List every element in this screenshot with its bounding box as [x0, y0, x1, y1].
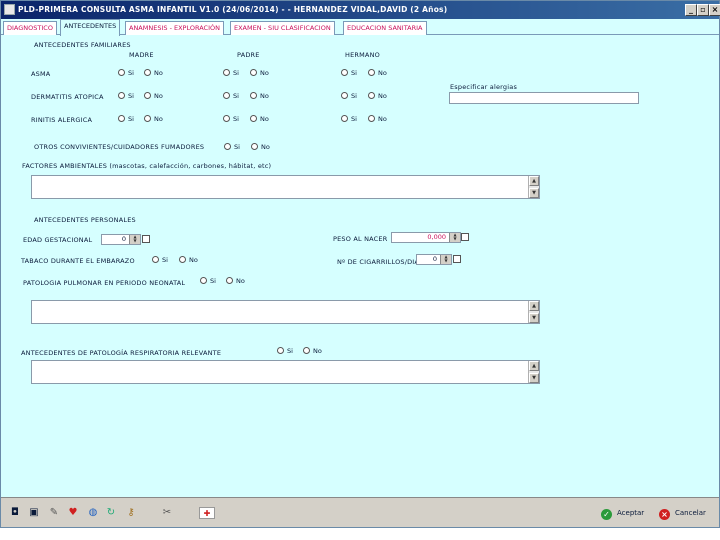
- refresh-icon[interactable]: ↻: [105, 507, 117, 519]
- neonatal-scrollbar[interactable]: ▲ ▼: [528, 301, 539, 323]
- asma-madre-si[interactable]: Si: [118, 69, 134, 77]
- tab-bar: DIAGNOSTICO ANTECEDENTES ANAMNESIS - EXP…: [1, 19, 719, 36]
- triggers-scrollbar[interactable]: ▲ ▼: [528, 176, 539, 198]
- tools-icon[interactable]: ✂: [161, 507, 173, 519]
- cancel-icon: ×: [659, 509, 670, 520]
- family-heading: ANTECEDENTES FAMILIARES: [34, 41, 131, 49]
- tab-anamnesis[interactable]: ANAMNESIS - EXPLORACIÓN: [125, 21, 224, 35]
- respiratory-no[interactable]: No: [303, 347, 322, 355]
- asma-padre-no[interactable]: No: [250, 69, 269, 77]
- scroll-up-icon[interactable]: ▲: [529, 176, 539, 186]
- birth-weight-label: PESO AL NACER: [333, 235, 388, 243]
- rinitis-padre-si[interactable]: Si: [223, 115, 239, 123]
- minimize-button[interactable]: _: [685, 4, 697, 16]
- specify-allergies-label: Especificar alergias: [450, 83, 518, 91]
- pencil-icon[interactable]: ✎: [48, 507, 60, 519]
- pregnancy-tobacco-label: TABACO DURANTE EL EMBARAZO: [21, 257, 135, 265]
- scroll-down-icon[interactable]: ▼: [529, 313, 539, 323]
- col-hermano: HERMANO: [345, 51, 380, 59]
- respiratory-scrollbar[interactable]: ▲ ▼: [528, 361, 539, 383]
- globe-icon[interactable]: ◍: [87, 507, 99, 519]
- smokers-no[interactable]: No: [251, 143, 270, 151]
- asma-padre-si[interactable]: Si: [223, 69, 239, 77]
- derm-madre-si[interactable]: Si: [118, 92, 134, 100]
- tab-educacion[interactable]: EDUCACION SANITARIA: [343, 21, 427, 35]
- gestational-checkbox[interactable]: [142, 235, 150, 243]
- rinitis-hermano-si[interactable]: Si: [341, 115, 357, 123]
- respiratory-label: ANTECEDENTES DE PATOLOGÍA RESPIRATORIA R…: [21, 349, 222, 357]
- cancel-button[interactable]: × Cancelar: [659, 504, 706, 522]
- neonatal-no[interactable]: No: [226, 277, 245, 285]
- scroll-up-icon[interactable]: ▲: [529, 301, 539, 311]
- cigarettes-checkbox[interactable]: [453, 255, 461, 263]
- window-title: PLD-PRIMERA CONSULTA ASMA INFANTIL V1.0 …: [18, 5, 448, 14]
- monitor-icon[interactable]: ▣: [28, 507, 40, 519]
- neonatal-label: PATOLOGIA PULMONAR EN PERIODO NEONATAL: [23, 279, 186, 287]
- key-icon[interactable]: ⚷: [125, 507, 137, 519]
- tab-antecedentes[interactable]: ANTECEDENTES: [60, 19, 121, 36]
- scroll-up-icon[interactable]: ▲: [529, 361, 539, 371]
- birth-weight-checkbox[interactable]: [461, 233, 469, 241]
- asma-hermano-si[interactable]: Si: [341, 69, 357, 77]
- respiratory-si[interactable]: Si: [277, 347, 293, 355]
- derm-hermano-si[interactable]: Si: [341, 92, 357, 100]
- asma-madre-no[interactable]: No: [144, 69, 163, 77]
- rinitis-padre-no[interactable]: No: [250, 115, 269, 123]
- col-padre: PADRE: [237, 51, 260, 59]
- row-label-dermatitis: DERMATITIS ATOPICA: [31, 93, 104, 101]
- scroll-down-icon[interactable]: ▼: [529, 373, 539, 383]
- derm-hermano-no[interactable]: No: [368, 92, 387, 100]
- asma-hermano-no[interactable]: No: [368, 69, 387, 77]
- derm-madre-no[interactable]: No: [144, 92, 163, 100]
- gestational-spinner[interactable]: 0 ▲ ▼: [101, 234, 141, 245]
- check-icon: ✓: [601, 509, 612, 520]
- smokers-si[interactable]: Si: [224, 143, 240, 151]
- pregnancy-tobacco-no[interactable]: No: [179, 256, 198, 264]
- accept-button[interactable]: ✓ Aceptar: [601, 504, 644, 522]
- tab-examen[interactable]: EXAMEN - SIU CLASIFICACION: [230, 21, 335, 35]
- respiratory-textarea[interactable]: ▲ ▼: [31, 360, 540, 384]
- rinitis-madre-si[interactable]: Si: [118, 115, 134, 123]
- scroll-down-icon[interactable]: ▼: [529, 188, 539, 198]
- rinitis-madre-no[interactable]: No: [144, 115, 163, 123]
- close-button[interactable]: ×: [709, 4, 720, 16]
- title-bar: PLD-PRIMERA CONSULTA ASMA INFANTIL V1.0 …: [1, 1, 720, 19]
- heart-icon[interactable]: ♥: [67, 507, 79, 519]
- derm-padre-no[interactable]: No: [250, 92, 269, 100]
- app-icon: [4, 4, 15, 15]
- neonatal-textarea[interactable]: ▲ ▼: [31, 300, 540, 324]
- specify-allergies-input[interactable]: [449, 92, 639, 104]
- birth-weight-spinner[interactable]: 0,000 ▲ ▼: [391, 232, 461, 243]
- row-label-rinitis: RINITIS ALERGICA: [31, 116, 93, 124]
- triggers-textarea[interactable]: ▲ ▼: [31, 175, 540, 199]
- pregnancy-tobacco-si[interactable]: Si: [152, 256, 168, 264]
- flag-icon[interactable]: ✚: [199, 507, 215, 519]
- tab-diagnostico[interactable]: DIAGNOSTICO: [3, 21, 57, 35]
- cigarettes-spinner[interactable]: 0 ▲ ▼: [416, 254, 452, 265]
- triggers-label: FACTORES AMBIENTALES (mascotas, calefacc…: [22, 162, 272, 170]
- neonatal-si[interactable]: Si: [200, 277, 216, 285]
- bottom-toolbar: ◘ ▣ ✎ ♥ ◍ ↻ ⚷ ✂ ✚ ✓ Aceptar × Cancelar: [1, 497, 719, 527]
- derm-padre-si[interactable]: Si: [223, 92, 239, 100]
- maximize-button[interactable]: ▫: [697, 4, 709, 16]
- cigarettes-label: Nº DE CIGARRILLOS/DIA: [337, 258, 420, 266]
- row-label-asma: ASMA: [31, 70, 51, 78]
- smokers-label: OTROS CONVIVIENTES/CUIDADORES FUMADORES: [34, 143, 205, 151]
- col-madre: MADRE: [129, 51, 154, 59]
- rinitis-hermano-no[interactable]: No: [368, 115, 387, 123]
- main-window: PLD-PRIMERA CONSULTA ASMA INFANTIL V1.0 …: [0, 0, 720, 528]
- gestational-label: EDAD GESTACIONAL: [23, 236, 93, 244]
- camera-icon[interactable]: ◘: [9, 507, 21, 519]
- personal-heading: ANTECEDENTES PERSONALES: [34, 216, 136, 224]
